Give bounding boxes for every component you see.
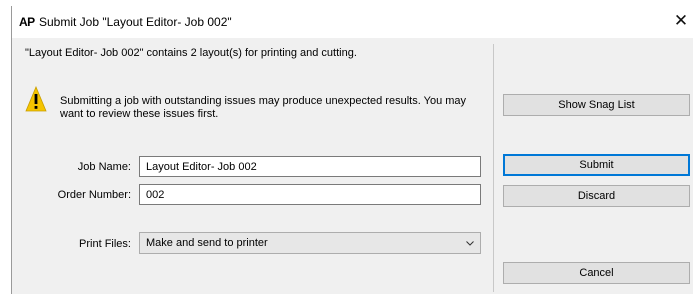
chevron-down-icon [466,241,474,246]
job-name-input[interactable]: Layout Editor- Job 002 [139,156,481,177]
show-snag-list-button[interactable]: Show Snag List [503,94,690,116]
print-files-select[interactable]: Make and send to printer [139,232,481,254]
close-icon[interactable]: ✕ [670,10,692,32]
print-files-label: Print Files: [79,238,131,250]
warning-triangle-icon [25,86,47,112]
order-number-label: Order Number: [57,189,131,201]
title-bar: AP Submit Job "Layout Editor- Job 002" ✕ [12,6,693,38]
cancel-button[interactable]: Cancel [503,262,690,284]
window-title: Submit Job "Layout Editor- Job 002" [39,15,232,29]
vertical-divider [493,44,494,292]
app-logo-icon: AP [19,15,35,29]
submit-job-dialog: AP Submit Job "Layout Editor- Job 002" ✕… [11,6,693,294]
submit-button[interactable]: Submit [503,154,690,176]
job-summary-text: "Layout Editor- Job 002" contains 2 layo… [25,47,357,59]
job-name-label: Job Name: [77,161,131,173]
discard-button[interactable]: Discard [503,185,690,207]
order-number-input[interactable]: 002 [139,184,481,205]
print-files-selected-value: Make and send to printer [146,237,268,249]
warning-message: Submitting a job with outstanding issues… [60,95,467,120]
